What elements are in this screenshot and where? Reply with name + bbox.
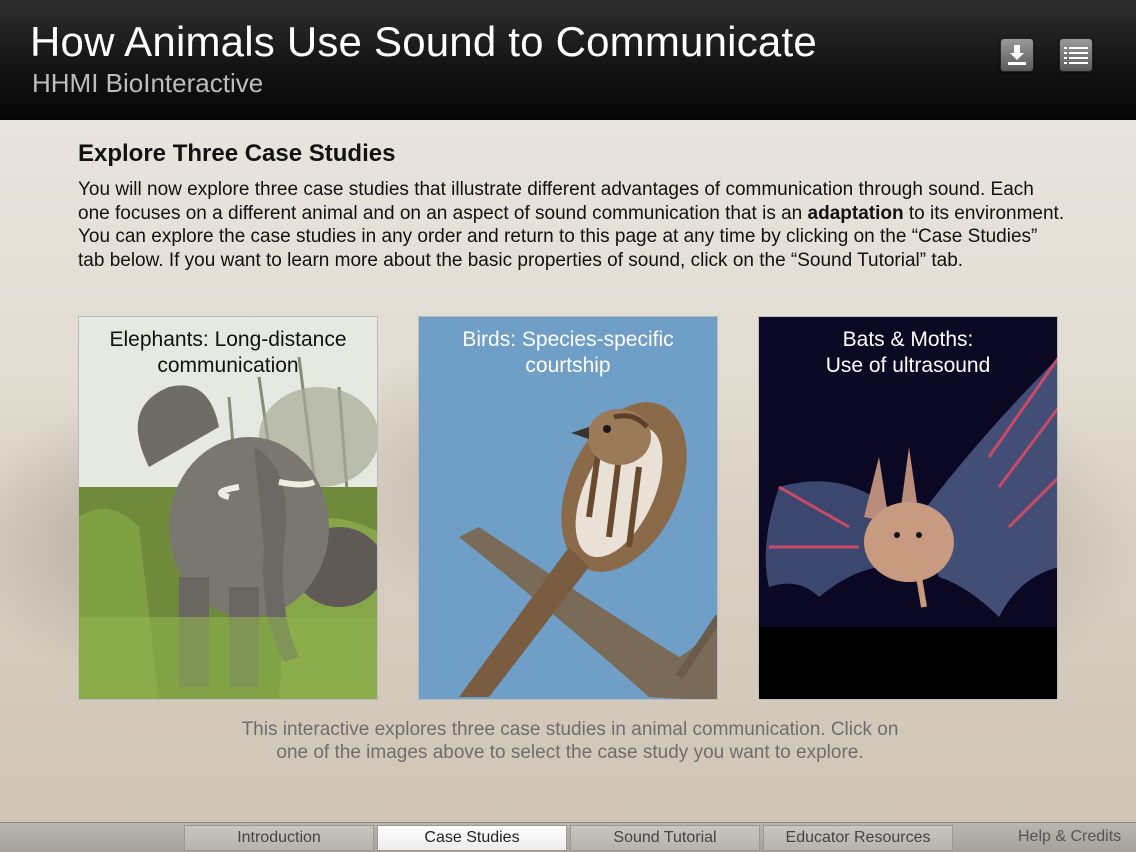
instruction-note: This interactive explores three case stu… [241, 719, 899, 763]
bottom-tab-bar: Introduction Case Studies Sound Tutorial… [0, 822, 1136, 852]
card-title-line1: Birds: Species-specific [462, 328, 674, 351]
intro-paragraph: You will now explore three case studies … [78, 178, 1068, 272]
app-header: How Animals Use Sound to Communicate HHM… [0, 0, 1136, 120]
card-label: Elephants: Long-distance communication [79, 327, 377, 379]
page-heading: Explore Three Case Studies [78, 140, 396, 167]
card-title-line2: Use of ultrasound [825, 354, 991, 377]
help-credits-link[interactable]: Help & Credits [1018, 828, 1121, 846]
tab-introduction[interactable]: Introduction [184, 825, 374, 851]
card-title-line2: communication [157, 354, 299, 377]
card-label: Birds: Species-specific courtship [419, 327, 717, 379]
card-label: Bats & Moths: Use of ultrasound [759, 327, 1057, 379]
list-menu-icon [1064, 47, 1088, 64]
case-card-birds[interactable]: Birds: Species-specific courtship [418, 316, 718, 700]
intro-bold-term: adaptation [807, 202, 904, 224]
card-title-line1: Bats & Moths: [842, 328, 974, 351]
case-card-elephants[interactable]: Elephants: Long-distance communication [78, 316, 378, 700]
tab-educator-resources[interactable]: Educator Resources [763, 825, 953, 851]
download-button[interactable] [1000, 38, 1034, 72]
menu-button[interactable] [1059, 38, 1093, 72]
tab-case-studies[interactable]: Case Studies [377, 825, 567, 851]
case-card-bats-moths[interactable]: Bats & Moths: Use of ultrasound [758, 316, 1058, 700]
app-subtitle: HHMI BioInteractive [32, 68, 264, 98]
card-title-line1: Elephants: Long-distance [109, 328, 347, 351]
app-title: How Animals Use Sound to Communicate [30, 18, 817, 65]
download-icon [1008, 45, 1026, 65]
tab-sound-tutorial[interactable]: Sound Tutorial [570, 825, 760, 851]
card-title-line2: courtship [525, 354, 611, 377]
main-content: Explore Three Case Studies You will now … [78, 140, 1068, 272]
